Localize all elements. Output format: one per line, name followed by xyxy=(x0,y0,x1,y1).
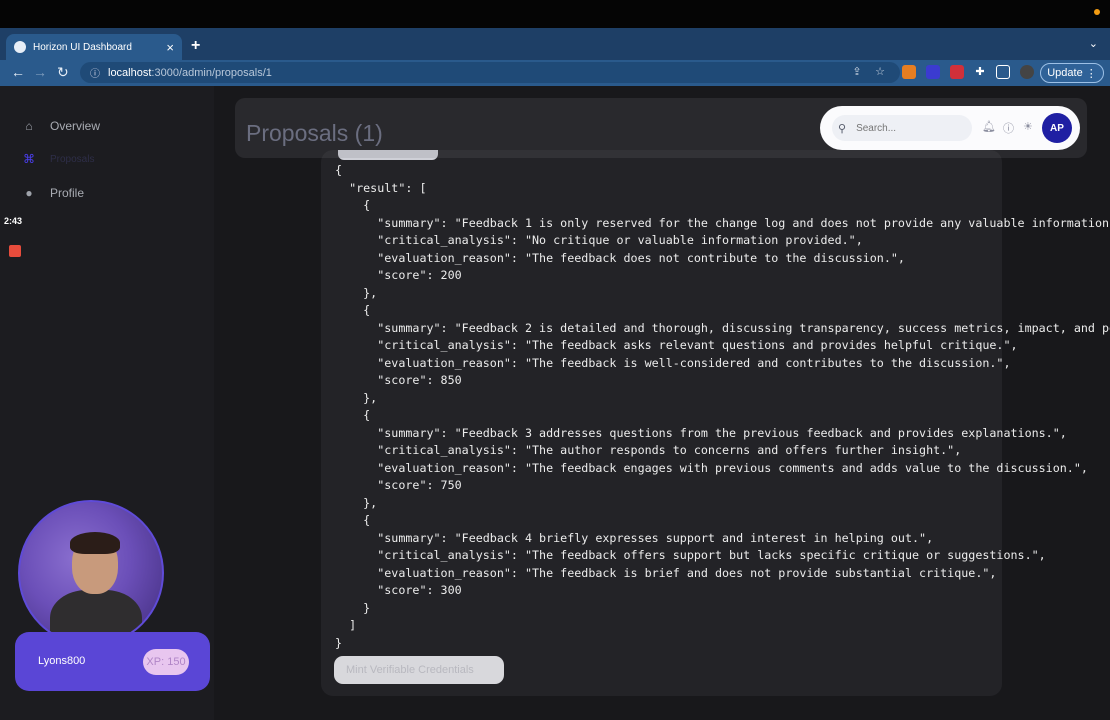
sidebar-item-proposals[interactable]: ⌘ Proposals xyxy=(22,152,94,166)
webcam-overlay xyxy=(18,500,164,646)
forward-arrow-icon[interactable]: → xyxy=(33,64,47,80)
sidebar-item-label: Profile xyxy=(50,186,85,200)
update-label: Update xyxy=(1047,67,1083,79)
tab-title: Horizon UI Dashboard xyxy=(33,41,132,53)
mint-verifiable-credentials-button[interactable]: Mint Verifiable Credentials xyxy=(334,656,504,684)
code-line: } xyxy=(335,600,371,615)
code-line: { xyxy=(335,198,371,212)
browser-toolbar: ← → ↻ ⓘ localhost:3000/admin/proposals/1… xyxy=(0,60,1110,86)
url-path: :3000/admin/proposals/1 xyxy=(151,66,272,79)
notification-bell-icon[interactable]: 🔔︎ xyxy=(982,120,996,133)
code-line: "summary": "Feedback 2 is detailed and t… xyxy=(335,320,1110,335)
code-line: }, xyxy=(335,495,378,510)
json-result-block: { "result": [ { "summary": "Feedback 1 i… xyxy=(335,162,1110,652)
side-panel-icon[interactable] xyxy=(996,65,1010,79)
code-line: "score": 850 xyxy=(335,373,462,387)
code-line: "summary": "Feedback 1 is only reserved … xyxy=(335,215,1110,230)
code-line: }, xyxy=(335,285,378,300)
code-line: "critical_analysis": "No critique or val… xyxy=(335,233,863,247)
stop-recording-button[interactable] xyxy=(9,245,21,257)
code-line: "summary": "Feedback 3 addresses questio… xyxy=(335,425,1067,440)
code-line: }, xyxy=(335,390,378,405)
sidebar-item-profile[interactable]: ● Profile xyxy=(22,186,84,200)
recording-indicator-icon xyxy=(1094,9,1100,15)
code-line: "score": 200 xyxy=(335,268,462,282)
code-line: { xyxy=(335,303,371,317)
header-toolbar: ⚲ 🔔︎ ⓘ ☀ AP xyxy=(820,106,1080,150)
avatar[interactable]: AP xyxy=(1042,113,1072,143)
new-tab-button[interactable]: + xyxy=(191,37,200,55)
code-line: "score": 750 xyxy=(335,478,462,492)
sidebar-item-label: Proposals xyxy=(50,153,95,165)
code-line: "evaluation_reason": "The feedback is br… xyxy=(335,565,997,580)
code-line: { xyxy=(335,513,371,527)
code-line: ] xyxy=(335,618,357,632)
presenter-hair xyxy=(70,532,120,554)
browser-tab[interactable]: Horizon UI Dashboard × xyxy=(6,34,182,60)
os-menu-bar xyxy=(0,0,1110,28)
search-input[interactable] xyxy=(856,122,957,134)
extensions-puzzle-icon[interactable]: ✚ xyxy=(973,65,987,79)
extension-icon[interactable] xyxy=(950,65,964,79)
user-card: Lyons800 XP: 150 xyxy=(15,632,210,691)
code-line: "evaluation_reason": "The feedback is we… xyxy=(335,355,1011,370)
sidebar: ⌂ Overview ⌘ Proposals ● Profile 2:43 Ly… xyxy=(0,86,214,720)
url-host: localhost xyxy=(108,66,152,79)
code-line: "critical_analysis": "The feedback offer… xyxy=(335,548,1046,562)
code-line: { xyxy=(335,408,371,422)
xp-badge: XP: 150 xyxy=(143,649,189,675)
code-line: } xyxy=(335,635,343,650)
page-title: Proposals (1) xyxy=(246,120,383,146)
code-line: "critical_analysis": "The author respond… xyxy=(335,443,962,457)
reload-icon[interactable]: ↻ xyxy=(57,64,69,81)
profile-avatar-icon[interactable] xyxy=(1020,65,1034,79)
metamask-extension-icon[interactable] xyxy=(902,65,916,79)
code-line: "critical_analysis": "The feedback asks … xyxy=(335,338,1018,352)
code-line: "evaluation_reason": "The feedback does … xyxy=(335,250,905,265)
recording-timer: 2:43 xyxy=(4,216,23,226)
username: Lyons800 xyxy=(38,655,86,667)
code-line: "summary": "Feedback 4 briefly expresses… xyxy=(335,530,934,545)
theme-toggle-icon[interactable]: ☀ xyxy=(1023,120,1033,133)
sidebar-item-label: Overview xyxy=(50,119,101,133)
address-bar[interactable]: ⓘ localhost:3000/admin/proposals/1 xyxy=(80,62,900,83)
share-icon[interactable]: ⇪ xyxy=(850,65,864,79)
site-info-icon[interactable]: ⓘ xyxy=(90,65,100,80)
code-line: "evaluation_reason": "The feedback engag… xyxy=(335,460,1088,475)
search-box[interactable]: ⚲ xyxy=(832,115,972,141)
user-icon: ● xyxy=(25,186,33,200)
back-arrow-icon[interactable]: ← xyxy=(11,64,25,80)
code-line: "score": 300 xyxy=(335,583,462,597)
extension-icon[interactable] xyxy=(926,65,940,79)
favicon-icon xyxy=(14,41,26,53)
sidebar-item-overview[interactable]: ⌂ Overview xyxy=(22,119,100,133)
search-icon: ⚲ xyxy=(838,122,847,135)
code-line: "result": [ xyxy=(335,180,427,195)
update-button[interactable]: Update ⋮ xyxy=(1040,63,1104,83)
tab-search-chevron-icon[interactable]: ⌄ xyxy=(1089,37,1098,50)
proposals-icon: ⌘ xyxy=(23,152,35,166)
bookmark-star-icon[interactable]: ☆ xyxy=(873,65,887,79)
browser-tab-strip: Horizon UI Dashboard × + ⌄ xyxy=(0,28,1110,60)
code-line: { xyxy=(335,163,343,177)
info-icon[interactable]: ⓘ xyxy=(1003,120,1014,136)
tab-close-icon[interactable]: × xyxy=(166,40,174,55)
home-icon: ⌂ xyxy=(25,119,33,133)
